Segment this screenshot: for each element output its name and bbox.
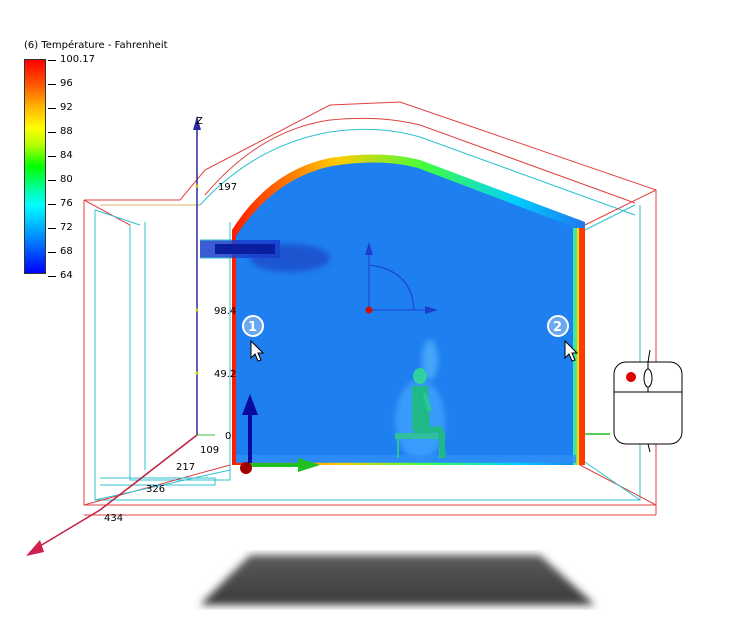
marker-label: 2	[553, 320, 562, 335]
floor-tick-label: 217	[176, 462, 195, 473]
probe-marker-1[interactable]: 1	[242, 315, 264, 337]
probe-marker-2[interactable]: 2	[547, 315, 569, 337]
z-tick-label: 49.2	[214, 369, 236, 380]
z-tick-label: 0	[225, 431, 231, 442]
floor-shadow	[200, 555, 595, 605]
cfd-scene[interactable]: Z 197 98.4 49.2 0 109 217 326 434 1 2	[0, 0, 739, 619]
viewport[interactable]: (6) Température - Fahrenheit 100.17 96 9…	[0, 0, 739, 619]
floor-tick-label: 109	[200, 445, 219, 456]
z-axis-label: Z	[196, 116, 203, 127]
floor-tick-label: 326	[146, 484, 165, 495]
z-axis	[26, 116, 215, 556]
z-tick-label: 98.4	[214, 306, 236, 317]
air-inlet	[200, 239, 280, 259]
z-tick-label: 197	[218, 182, 237, 193]
marker-label: 1	[248, 320, 257, 335]
floor-tick-label: 434	[104, 513, 123, 524]
mouse-navigation-icon[interactable]	[585, 349, 683, 453]
